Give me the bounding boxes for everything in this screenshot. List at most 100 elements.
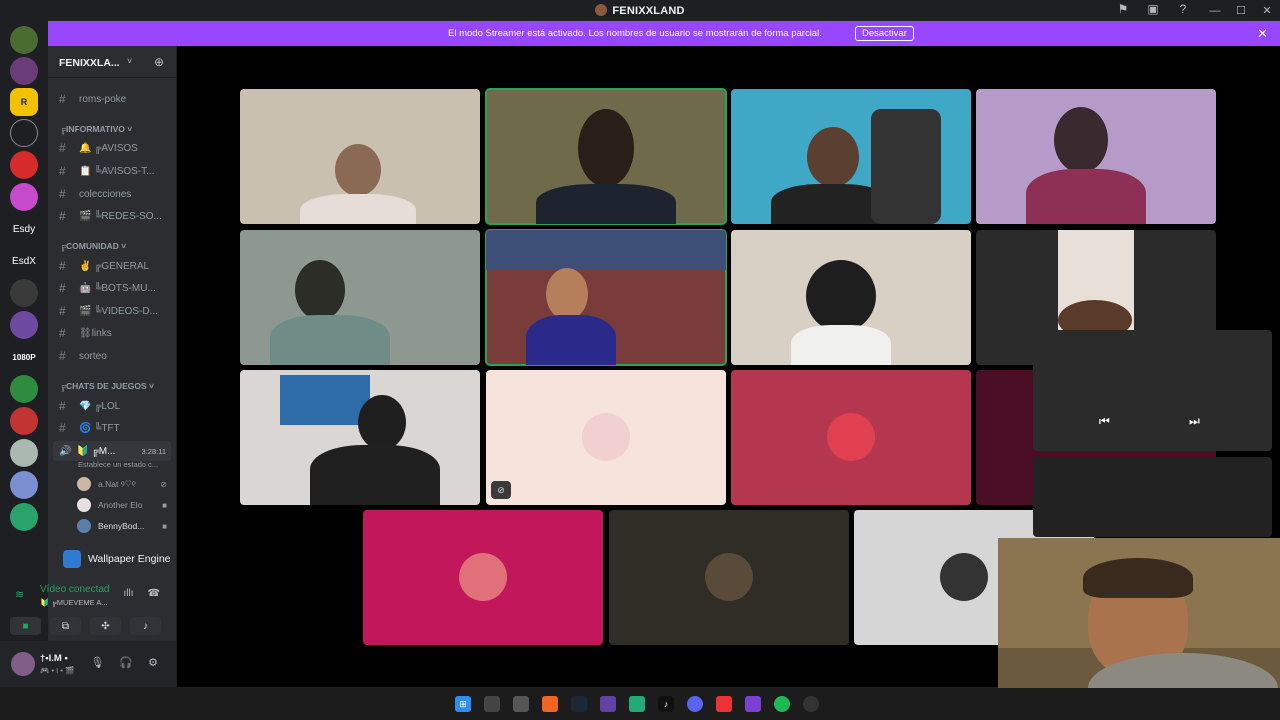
taskbar: ⊞ ♪ bbox=[0, 688, 1280, 720]
windows-icon[interactable]: ⊞ bbox=[455, 696, 471, 712]
server-icon[interactable] bbox=[10, 503, 38, 531]
hash-icon: # bbox=[59, 187, 66, 201]
server-icon[interactable] bbox=[10, 26, 38, 54]
user-status: 🎮 • I • 🎬 bbox=[40, 666, 75, 675]
disconnect-icon[interactable]: ☎ bbox=[148, 588, 160, 599]
explorer-icon[interactable] bbox=[484, 696, 500, 712]
help-icon[interactable]: ? bbox=[1176, 2, 1190, 16]
channel-avisos[interactable]: # 🔔 ╔AVISOS bbox=[56, 138, 174, 158]
channel-videos[interactable]: # 🎬 ╚VIDEOS-D... bbox=[56, 301, 174, 321]
deactivate-button[interactable]: Desactivar bbox=[855, 26, 914, 41]
banner-close-icon[interactable]: ✕ bbox=[1257, 26, 1268, 42]
server-icon[interactable] bbox=[10, 151, 38, 179]
category-juegos[interactable]: ╔CHATS DE JUEGOS ˅ bbox=[60, 381, 154, 395]
channel-avisos-t[interactable]: # 📋 ╚AVISOS-T... bbox=[56, 161, 174, 181]
category-comunidad[interactable]: ╔COMUNIDAD ˅ bbox=[60, 241, 126, 255]
video-tile[interactable] bbox=[240, 370, 480, 505]
server-icon[interactable]: Esdy bbox=[10, 215, 38, 243]
voice-channel-active[interactable]: 🔊 🔰 ╔M... 3:28:11 bbox=[53, 441, 171, 461]
microphone-icon[interactable]: 🎙 bbox=[90, 656, 104, 669]
hash-icon: # bbox=[59, 209, 66, 223]
spotify-icon[interactable] bbox=[774, 696, 790, 712]
avatar bbox=[459, 553, 507, 601]
video-tile[interactable] bbox=[240, 230, 480, 365]
tiktok-icon[interactable]: ♪ bbox=[658, 696, 674, 712]
server-icon[interactable] bbox=[10, 119, 38, 147]
channel-links[interactable]: # ⛓links bbox=[56, 323, 174, 343]
steam-icon[interactable] bbox=[571, 696, 587, 712]
voice-member[interactable]: BennyBod... ■ bbox=[77, 517, 167, 535]
previous-track-icon[interactable]: ⏮ bbox=[1099, 414, 1110, 429]
server-icon[interactable] bbox=[10, 183, 38, 211]
avatar bbox=[705, 553, 753, 601]
avatar bbox=[582, 413, 630, 461]
category-informativo[interactable]: ╔INFORMATIVO ˅ bbox=[60, 124, 132, 138]
voice-member[interactable]: a.Nat ୨♡୧ ⊘ bbox=[77, 475, 167, 493]
voice-channel-name[interactable]: 🔰 ╔MUEVEME A... bbox=[40, 598, 108, 607]
channel-colecciones[interactable]: # colecciones bbox=[56, 184, 174, 204]
channel-general[interactable]: # ✌ ╔GENERAL bbox=[56, 256, 174, 276]
app-icon[interactable] bbox=[542, 696, 558, 712]
video-tile[interactable] bbox=[976, 89, 1216, 224]
window-title: FENIXXLAND bbox=[0, 4, 1280, 17]
voice-connection-panel: ≋ Vídeo conectad 🔰 ╔MUEVEME A... ıllı ☎ … bbox=[0, 536, 176, 639]
avatar bbox=[77, 477, 91, 491]
screen-share-icon[interactable]: ⧉ bbox=[50, 617, 81, 635]
avatar[interactable] bbox=[11, 652, 35, 676]
channel-redes[interactable]: # 🎬 ╚REDES-SO... bbox=[56, 206, 174, 226]
video-tile[interactable] bbox=[731, 230, 971, 365]
server-icon[interactable]: R bbox=[10, 88, 38, 116]
camera-icon[interactable]: ■ bbox=[10, 617, 41, 635]
video-tile[interactable] bbox=[485, 229, 727, 366]
activities-icon[interactable]: ✣ bbox=[90, 617, 121, 635]
video-tile[interactable] bbox=[609, 510, 849, 645]
app3-icon[interactable] bbox=[716, 696, 732, 712]
app2-icon[interactable] bbox=[629, 696, 645, 712]
inbox-icon[interactable]: ⚑ bbox=[1116, 2, 1130, 16]
app5-icon[interactable] bbox=[803, 696, 819, 712]
close-button[interactable]: ✕ bbox=[1254, 0, 1280, 21]
server-icon[interactable] bbox=[10, 407, 38, 435]
video-tile[interactable] bbox=[363, 510, 603, 645]
server-icon[interactable] bbox=[10, 471, 38, 499]
voice-member[interactable]: Another Elo ■ bbox=[77, 496, 167, 514]
overlay-panel bbox=[1033, 457, 1272, 537]
soundboard-icon[interactable]: ♪ bbox=[130, 617, 161, 635]
server-icon[interactable]: EsdX bbox=[10, 247, 38, 275]
server-icon[interactable] bbox=[10, 375, 38, 403]
server-icon[interactable] bbox=[10, 57, 38, 85]
twitch-icon[interactable] bbox=[600, 696, 616, 712]
video-tile[interactable] bbox=[485, 88, 727, 225]
minimize-button[interactable]: — bbox=[1202, 0, 1228, 21]
channel-roms-poke[interactable]: # roms-poke bbox=[56, 89, 174, 109]
user-name[interactable]: †•I.M • bbox=[40, 653, 68, 664]
channel-lol[interactable]: # 💎 ╔LOL bbox=[56, 396, 174, 416]
server-icon[interactable] bbox=[10, 279, 38, 307]
speaker-icon: 🔊 bbox=[59, 445, 72, 457]
server-icon[interactable] bbox=[10, 311, 38, 339]
server-icon[interactable]: 1080P bbox=[10, 343, 38, 371]
channel-sorteo[interactable]: # sorteo bbox=[56, 346, 174, 366]
video-tile[interactable] bbox=[731, 370, 971, 505]
maximize-button[interactable]: ☐ bbox=[1228, 0, 1254, 21]
camera-icon: ■ bbox=[162, 500, 167, 510]
discord-icon[interactable] bbox=[687, 696, 703, 712]
headphones-icon[interactable]: 🎧 bbox=[119, 656, 133, 669]
hash-icon: # bbox=[59, 141, 66, 155]
monitor-icon[interactable]: ▣ bbox=[1146, 2, 1160, 16]
app4-icon[interactable] bbox=[745, 696, 761, 712]
settings-icon[interactable]: ⚙ bbox=[148, 656, 158, 669]
noise-suppression-icon[interactable]: ıllı bbox=[124, 588, 134, 599]
store-icon[interactable] bbox=[513, 696, 529, 712]
server-icon[interactable] bbox=[10, 439, 38, 467]
video-tile[interactable] bbox=[240, 89, 480, 224]
title-bar: FENIXXLAND ⚑ ▣ ? — ☐ ✕ bbox=[0, 0, 1280, 21]
add-member-icon[interactable]: ⊕ bbox=[154, 55, 164, 69]
channel-tft[interactable]: # 🌀 ╚TFT bbox=[56, 418, 174, 438]
channel-bots[interactable]: # 🤖 ╚BOTS-MU... bbox=[56, 278, 174, 298]
voice-status-text[interactable]: Vídeo conectad bbox=[40, 584, 110, 595]
video-tile[interactable] bbox=[731, 89, 971, 224]
next-track-icon[interactable]: ⏭ bbox=[1189, 414, 1200, 429]
video-tile[interactable]: ⊘ bbox=[486, 370, 726, 505]
server-header[interactable]: FENIXXLA... ˅ ⊕ bbox=[48, 46, 176, 78]
